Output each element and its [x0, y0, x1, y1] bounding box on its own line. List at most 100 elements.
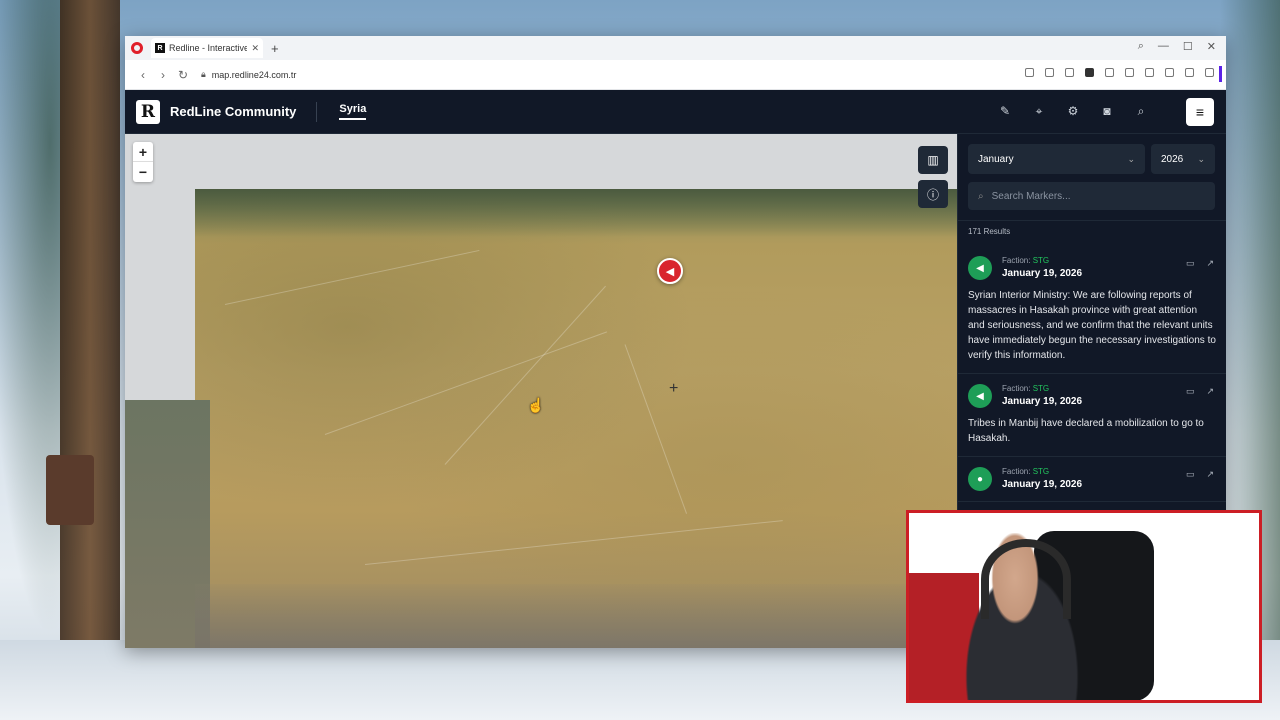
feed-item-meta: Faction: STG January 19, 2026 [1002, 256, 1082, 279]
map-layers-button[interactable]: ▥ [918, 146, 948, 174]
info-icon: ⓘ [926, 187, 939, 202]
tab-bar: R Redline - Interactive Strat ✕ + ⌕ — ☐ … [125, 36, 1226, 60]
camera-icon[interactable]: ◙ [1100, 104, 1114, 118]
nav-item-syria[interactable]: Syria [339, 103, 367, 120]
satellite-border-region [195, 189, 957, 237]
faction-label: Faction: [1002, 256, 1031, 265]
faction-name: STG [1032, 467, 1050, 476]
chevron-down-icon: ⌄ [1127, 153, 1135, 164]
month-value: January [978, 153, 1014, 165]
maximize-icon[interactable]: ☐ [1183, 40, 1193, 53]
back-icon[interactable]: ‹ [133, 68, 153, 82]
feed-item[interactable]: ◀ Faction: STG January 19, 2026 ▭ ↗ Syri… [958, 246, 1226, 374]
feed-item-actions: ▭ ↗ [1186, 469, 1214, 480]
wallpaper-train [46, 455, 94, 525]
marker-search: ⌕ [968, 182, 1215, 210]
forward-icon[interactable]: › [153, 68, 173, 82]
search-icon: ⌕ [978, 190, 984, 202]
new-tab-icon[interactable]: + [271, 41, 279, 56]
hand-cursor-icon: ☝ [527, 397, 545, 413]
external-link-icon[interactable]: ↗ [1206, 386, 1214, 397]
map-unloaded-area [125, 134, 957, 190]
brand-name[interactable]: RedLine Community [170, 104, 296, 119]
megaphone-icon: ◀ [968, 256, 992, 280]
feed-item-header: ● Faction: STG January 19, 2026 [968, 467, 1216, 491]
webcam-overlay [906, 510, 1262, 703]
map-icon: ▥ [927, 153, 939, 167]
extension-toolbar [1025, 68, 1214, 77]
search-icon[interactable]: ⌕ [1134, 104, 1148, 118]
close-window-icon[interactable]: ✕ [1207, 40, 1216, 53]
feed-item-actions: ▭ ↗ [1186, 386, 1214, 397]
zoom-in-button[interactable]: + [133, 142, 153, 162]
feed-item-text: Tribes in Manbij have declared a mobiliz… [968, 418, 1204, 444]
megaphone-icon: ◀ [665, 265, 675, 278]
profile-icon[interactable] [1185, 68, 1194, 77]
map-view[interactable]: + − ▥ ⓘ ◀ + ☝ [125, 134, 957, 648]
address-bar: ‹ › ↻ 🔒︎ map.redline24.com.tr [125, 60, 1226, 90]
feed-item-header: ◀ Faction: STG January 19, 2026 [968, 384, 1216, 408]
search-tabs-icon[interactable]: ⌕ [1138, 40, 1144, 53]
year-value: 2026 [1161, 153, 1184, 165]
app-header: R RedLine Community Syria ✎ ⌖ ⚙ ◙ ⌕ ≡ [125, 90, 1226, 134]
feed-item-meta: Faction: STG January 19, 2026 [1002, 467, 1082, 490]
settings-icon[interactable]: ⚙ [1066, 104, 1080, 118]
headphones [981, 539, 1071, 619]
video-icon[interactable]: ▭ [1186, 258, 1195, 269]
feed-item-meta: Faction: STG January 19, 2026 [1002, 384, 1082, 407]
map-info-button[interactable]: ⓘ [918, 180, 948, 208]
search-markers-input[interactable] [991, 190, 1192, 202]
opera-logo-icon[interactable] [131, 42, 143, 54]
url-field[interactable]: map.redline24.com.tr [212, 70, 297, 80]
tag-icon[interactable]: ✎ [998, 104, 1012, 118]
group-icon: ● [968, 467, 992, 491]
external-link-icon[interactable]: ↗ [1206, 258, 1214, 269]
faction-label: Faction: [1002, 384, 1031, 393]
panel-divider [958, 220, 1226, 221]
brand-logo[interactable]: R [136, 99, 160, 124]
tab-close-icon[interactable]: ✕ [251, 43, 259, 54]
video-icon[interactable]: ▭ [1186, 386, 1195, 397]
heart-icon[interactable] [1125, 68, 1134, 77]
feed-item-date: January 19, 2026 [1002, 479, 1083, 490]
feed-item-text: Syrian Interior Ministry: We are followi… [968, 290, 1216, 361]
chevron-down-icon: ⌄ [1197, 153, 1205, 164]
faction-line: Faction: STG [1002, 384, 1082, 393]
shield-icon[interactable] [1065, 68, 1074, 77]
feed-item[interactable]: ◀ Faction: STG January 19, 2026 ▭ ↗ Trib… [958, 374, 1226, 457]
faction-line: Faction: STG [1002, 467, 1082, 476]
extension-icon[interactable] [1085, 68, 1094, 77]
header-tools: ✎ ⌖ ⚙ ◙ ⌕ [998, 104, 1148, 118]
faction-name: STG [1032, 384, 1050, 393]
wallpaper-tree [60, 0, 120, 720]
video-icon[interactable]: ▭ [1186, 469, 1195, 480]
faction-name: STG [1032, 256, 1050, 265]
feed-item[interactable]: ● Faction: STG January 19, 2026 ▭ ↗ [958, 457, 1226, 502]
minimize-icon[interactable]: — [1158, 40, 1169, 53]
results-count: 171 Results [968, 227, 1011, 236]
browser-tab[interactable]: R Redline - Interactive Strat ✕ [151, 38, 263, 58]
location-pin-icon[interactable]: ⌖ [1032, 104, 1046, 118]
month-select[interactable]: January ⌄ [968, 144, 1145, 174]
lock-icon[interactable]: 🔒︎ [201, 69, 206, 80]
cube-icon[interactable] [1205, 68, 1214, 77]
external-link-icon[interactable]: ↗ [1206, 469, 1214, 480]
window-controls: ⌕ — ☐ ✕ [1138, 40, 1216, 53]
download-icon[interactable] [1145, 68, 1154, 77]
satellite-bottom-region [195, 584, 957, 648]
year-select[interactable]: 2026 ⌄ [1151, 144, 1215, 174]
tab-favicon-icon: R [155, 43, 165, 53]
reload-icon[interactable]: ↻ [173, 68, 193, 82]
hamburger-menu-button[interactable]: ≡ [1186, 98, 1214, 126]
feed-item-actions: ▭ ↗ [1186, 258, 1214, 269]
camera-icon[interactable] [1045, 68, 1054, 77]
sidebar-accent [1219, 66, 1222, 82]
edit-icon[interactable] [1025, 68, 1034, 77]
map-marker[interactable]: ◀ [657, 258, 683, 284]
feed-item-date: January 19, 2026 [1002, 268, 1083, 279]
play-icon[interactable] [1105, 68, 1114, 77]
feed-item-date: January 19, 2026 [1002, 396, 1083, 407]
zoom-out-button[interactable]: − [133, 162, 153, 182]
crosshair-icon: + [669, 380, 679, 397]
menu-icon[interactable] [1165, 68, 1174, 77]
